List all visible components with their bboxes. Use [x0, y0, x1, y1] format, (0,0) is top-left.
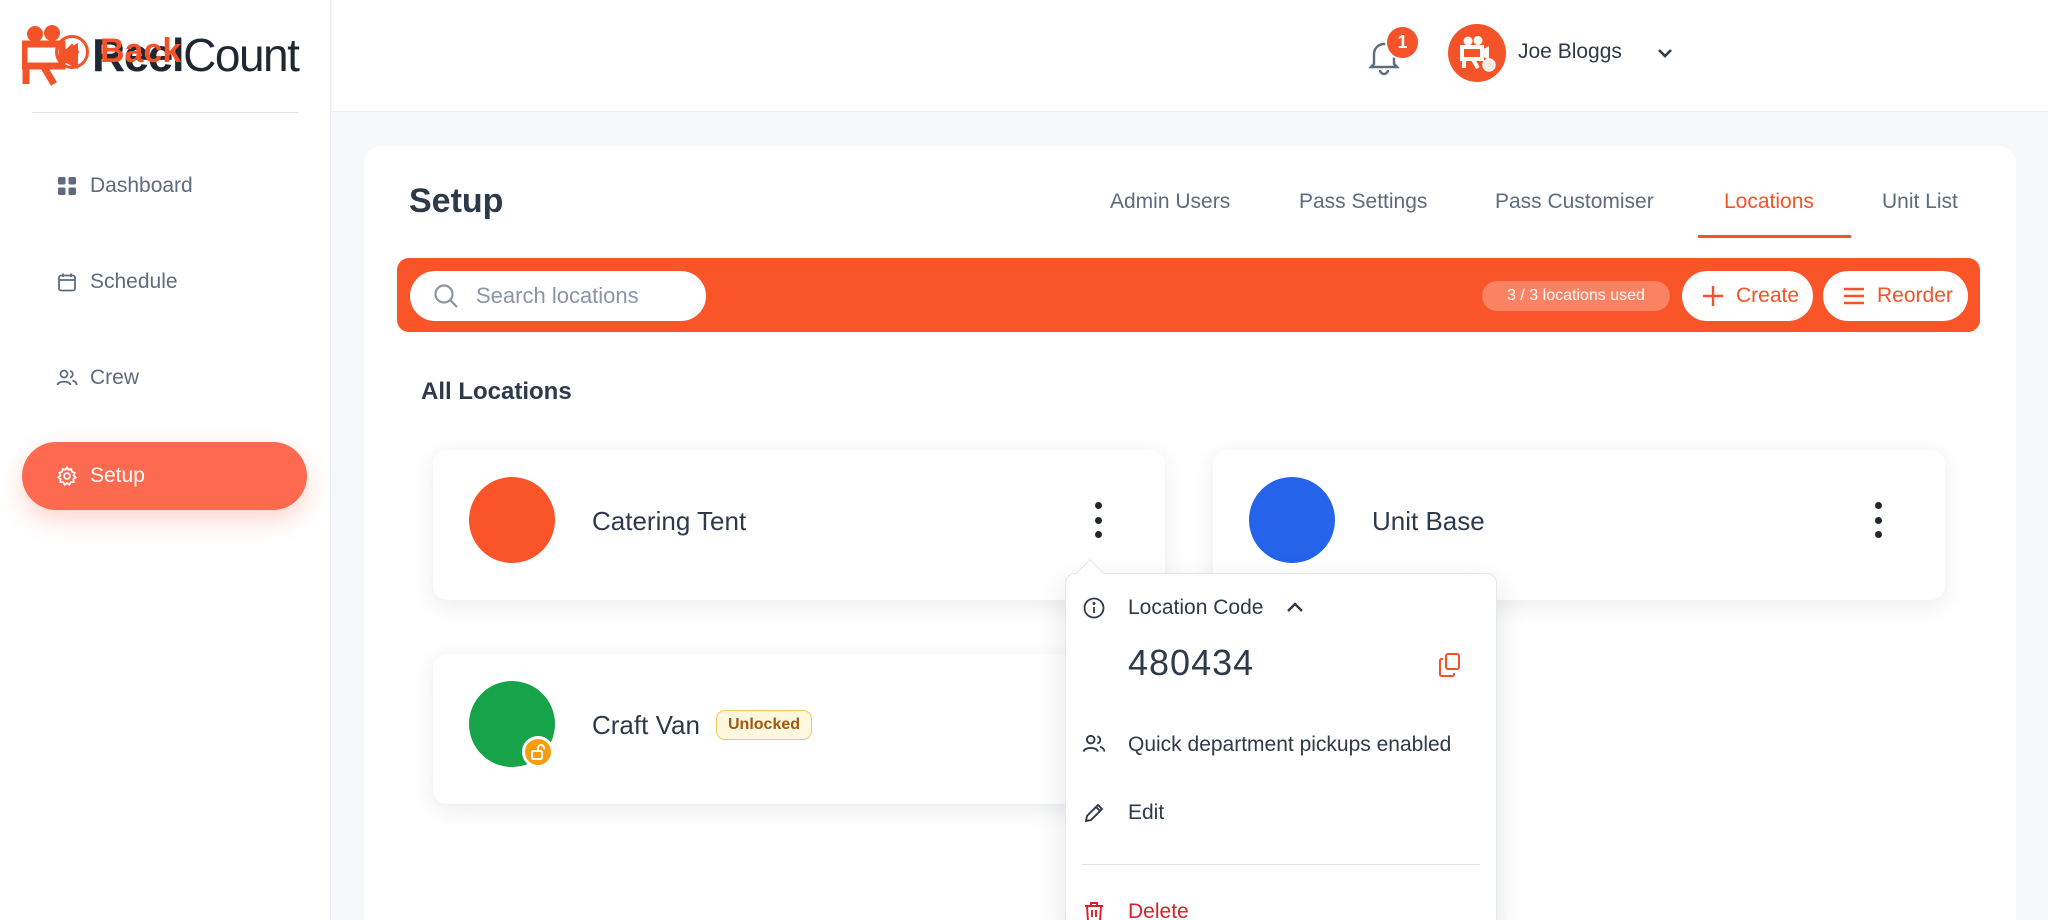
search-input[interactable] [476, 283, 676, 309]
location-code-label: Location Code [1128, 596, 1264, 619]
unlocked-badge: Unlocked [716, 710, 813, 740]
sidebar-divider [32, 112, 298, 113]
sidebar: ReelCount Dashboard Schedule Crew Setup [0, 0, 331, 920]
location-code-value: 480434 [1128, 642, 1255, 683]
avatar[interactable] [1448, 24, 1506, 82]
trash-icon [1082, 900, 1106, 920]
location-color-dot [1249, 477, 1335, 563]
back-button[interactable]: Back [54, 32, 181, 71]
reorder-label: Reorder [1877, 284, 1953, 307]
location-color-dot [469, 477, 555, 563]
edit-menu-item[interactable]: Edit [1082, 801, 1164, 825]
sidebar-item-label: Crew [90, 366, 140, 389]
menu-lines-icon [1841, 283, 1867, 309]
info-icon [1082, 596, 1106, 620]
sidebar-item-label: Dashboard [90, 174, 193, 197]
user-name[interactable]: Joe Bloggs [1518, 40, 1622, 64]
tab-pass-settings[interactable]: Pass Settings [1299, 190, 1427, 214]
sidebar-item-schedule[interactable]: Schedule [22, 248, 307, 316]
top-bar [332, 0, 2048, 112]
location-name: Craft Van [592, 710, 700, 740]
location-name: Unit Base [1372, 506, 1485, 536]
copy-icon[interactable] [1438, 652, 1462, 678]
grid-icon [56, 175, 78, 197]
active-tab-indicator [1698, 235, 1851, 238]
sidebar-item-label: Setup [90, 464, 145, 487]
more-options-icon[interactable] [1863, 498, 1893, 542]
users-icon [56, 367, 78, 389]
tab-locations[interactable]: Locations [1724, 190, 1814, 214]
search-box[interactable] [410, 271, 706, 321]
sidebar-item-label: Schedule [90, 270, 178, 293]
edit-label: Edit [1128, 801, 1165, 824]
arrow-left-circle-icon [54, 34, 90, 70]
calendar-icon [56, 271, 78, 293]
quick-pickups-label: Quick department pickups enabled [1128, 733, 1452, 756]
delete-menu-item[interactable]: Delete [1082, 900, 1189, 920]
more-options-icon[interactable] [1083, 498, 1113, 542]
search-icon [432, 282, 460, 310]
tab-pass-customiser[interactable]: Pass Customiser [1495, 190, 1654, 214]
tab-unit-list[interactable]: Unit List [1882, 190, 1958, 214]
popover-divider [1082, 864, 1480, 865]
create-button[interactable]: Create [1682, 271, 1813, 321]
usage-badge: 3 / 3 locations used [1482, 281, 1670, 311]
section-title: All Locations [421, 378, 572, 405]
unlock-icon [522, 736, 554, 768]
sidebar-item-dashboard[interactable]: Dashboard [22, 152, 307, 220]
gear-icon [56, 465, 78, 487]
page-title: Setup [409, 182, 504, 220]
quick-pickups-row[interactable]: Quick department pickups enabled [1082, 733, 1451, 757]
create-label: Create [1736, 284, 1800, 307]
location-name: Catering Tent [592, 506, 747, 536]
pencil-icon [1082, 801, 1106, 825]
sidebar-item-crew[interactable]: Crew [22, 344, 307, 412]
plus-icon [1700, 283, 1726, 309]
back-label: Back [100, 32, 182, 70]
reorder-button[interactable]: Reorder [1823, 271, 1968, 321]
notification-badge: 1 [1385, 25, 1420, 60]
chevron-down-icon[interactable] [1652, 40, 1678, 66]
brand-name-regular: Count [183, 29, 300, 81]
delete-label: Delete [1128, 900, 1189, 920]
chevron-up-icon[interactable] [1283, 596, 1307, 620]
sidebar-item-setup[interactable]: Setup [22, 442, 307, 510]
location-code-toggle[interactable]: Location Code [1082, 596, 1307, 620]
tab-admin-users[interactable]: Admin Users [1110, 190, 1230, 214]
users-icon [1082, 733, 1106, 757]
